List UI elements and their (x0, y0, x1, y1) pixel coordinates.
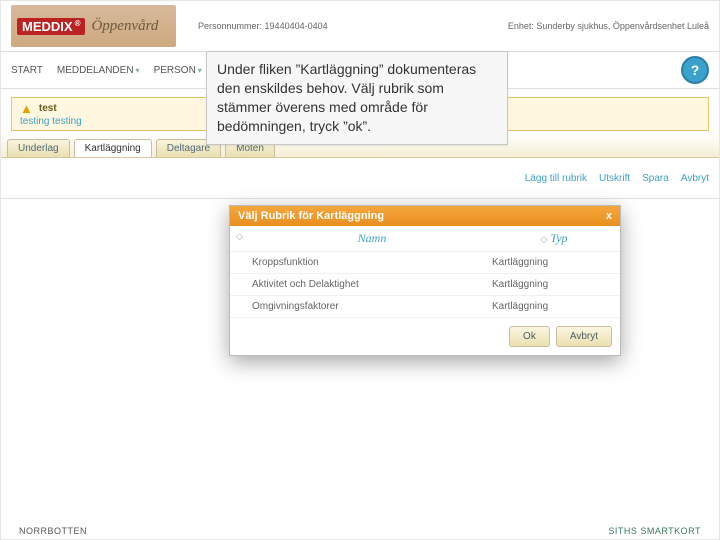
content-toolbar: Lägg till rubrik Utskrift Spara Avbryt (1, 158, 719, 199)
footer-right: SITHS SMARTKORT (608, 526, 701, 536)
alert-title: test (39, 103, 57, 114)
rubrik-row[interactable]: KroppsfunktionKartläggning (230, 252, 620, 274)
action-lagg-till-rubrik[interactable]: Lägg till rubrik (525, 173, 587, 184)
footer-left: NORRBOTTEN (19, 526, 87, 536)
rubrik-namn: Omgivningsfaktorer (252, 301, 492, 312)
action-avbryt[interactable]: Avbryt (681, 173, 709, 184)
tab-kartlaggning[interactable]: Kartläggning (74, 139, 152, 157)
action-utskrift[interactable]: Utskrift (599, 173, 630, 184)
top-bar: MEDDIX ® Öppenvård Personnummer: 1944040… (1, 1, 719, 52)
personnummer-value: 19440404-0404 (265, 21, 328, 31)
modal-title: Välj Rubrik för Kartläggning (238, 210, 384, 222)
modal-footer: Ok Avbryt (230, 318, 620, 355)
menu-meddelanden[interactable]: MEDDELANDEN▾ (57, 65, 140, 76)
modal-column-header: ◇ Namn ◇ Typ (230, 226, 620, 252)
chevron-down-icon: ▾ (198, 66, 202, 75)
rubrik-typ: Kartläggning (492, 279, 612, 290)
col-namn: Namn (358, 231, 387, 245)
menu-start[interactable]: START (11, 65, 43, 76)
app-window: MEDDIX ® Öppenvård Personnummer: 1944040… (0, 0, 720, 540)
help-button[interactable]: ? (681, 56, 709, 84)
instruction-callout: Under fliken ”Kartläggning” dokumenteras… (206, 51, 508, 145)
enhet-value: Sunderby sjukhus, Öppenvårdsenhet Luleå (536, 21, 709, 31)
ok-button[interactable]: Ok (509, 326, 550, 347)
menu-person[interactable]: PERSON▾ (154, 65, 202, 76)
personnummer-label: Personnummer: (198, 21, 262, 31)
rubrik-typ: Kartläggning (492, 301, 612, 312)
cancel-button[interactable]: Avbryt (556, 326, 612, 347)
logo-brand: MEDDIX (22, 19, 73, 34)
warning-icon: ▲ (20, 101, 33, 116)
logo-subtitle: Öppenvård (91, 18, 158, 35)
enhet-label: Enhet: (508, 21, 534, 31)
chevron-down-icon: ▾ (136, 66, 140, 75)
logo-badge: MEDDIX ® (17, 18, 85, 35)
rubrik-modal: Välj Rubrik för Kartläggning x ◇ Namn ◇ … (229, 205, 621, 356)
rubrik-row[interactable]: OmgivningsfaktorerKartläggning (230, 296, 620, 318)
sort-icon[interactable]: ◇ (540, 234, 547, 244)
rubrik-namn: Kroppsfunktion (252, 257, 492, 268)
registered-icon: ® (75, 19, 81, 28)
enhet-info: Enhet: Sunderby sjukhus, Öppenvårdsenhet… (508, 21, 709, 31)
rubrik-namn: Aktivitet och Delaktighet (252, 279, 492, 290)
close-icon[interactable]: x (606, 210, 612, 222)
rubrik-typ: Kartläggning (492, 257, 612, 268)
action-spara[interactable]: Spara (642, 173, 669, 184)
modal-header: Välj Rubrik för Kartläggning x (230, 206, 620, 226)
logo: MEDDIX ® Öppenvård (11, 5, 176, 47)
tab-underlag[interactable]: Underlag (7, 139, 70, 157)
sort-icon[interactable]: ◇ (236, 231, 250, 246)
col-typ: Typ (550, 231, 567, 245)
person-info: Personnummer: 19440404-0404 (198, 21, 486, 31)
rubrik-row[interactable]: Aktivitet och DelaktighetKartläggning (230, 274, 620, 296)
